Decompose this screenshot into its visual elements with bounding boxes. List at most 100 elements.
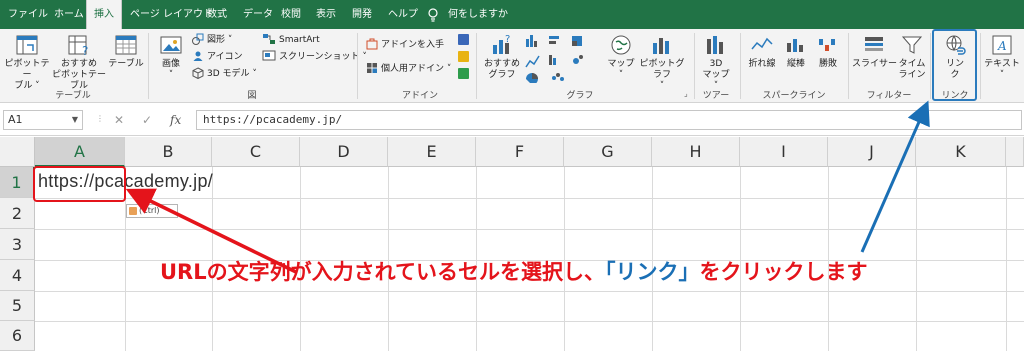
column-header-a[interactable]: A	[35, 137, 125, 167]
row-gridline	[35, 291, 1024, 292]
row-header-3[interactable]: 3	[0, 229, 35, 260]
pivot-chart-label: ピボットグラフ ˅	[639, 59, 685, 91]
column-header-partial	[1006, 137, 1024, 167]
people-graph-icon[interactable]	[458, 68, 469, 79]
tab-data[interactable]: データ	[243, 0, 273, 29]
table-button[interactable]: テーブル	[108, 33, 144, 70]
formula-bar: A1 ▼ ⋮ ✕ ✓ fx https://pcacademy.jp/	[0, 104, 1024, 136]
row-gridline	[35, 198, 1024, 199]
pivot-chart-icon	[653, 38, 669, 54]
column-gridline	[916, 167, 917, 351]
tab-view[interactable]: 表示	[316, 0, 336, 29]
group-separator	[476, 33, 477, 99]
group-label-sparkline: スパークライン	[762, 91, 826, 101]
cancel-icon[interactable]: ✕	[114, 113, 124, 127]
instruction-callout: URLの文字列が入力されているセルを選択し、「リンク」をクリックします	[160, 256, 867, 286]
column-header-k[interactable]: K	[916, 137, 1006, 167]
group-separator	[148, 33, 149, 99]
shapes-label: 図形 ˅	[207, 35, 233, 45]
recommended-chart-button[interactable]: ? おすすめ グラフ	[482, 33, 522, 81]
select-all-corner[interactable]	[0, 137, 35, 167]
screenshot-icon	[262, 50, 276, 61]
formula-input[interactable]: https://pcacademy.jp/	[196, 110, 1022, 130]
row-header-5[interactable]: 5	[0, 291, 35, 321]
tab-home[interactable]: ホーム	[54, 0, 84, 29]
map-chart-button[interactable]: マップ ˅	[606, 33, 636, 81]
row-gridline	[35, 321, 1024, 322]
visio-icon[interactable]	[458, 34, 469, 45]
screenshot-button[interactable]: スクリーンショット ˅	[262, 50, 367, 64]
tab-page-layout[interactable]: ページ レイアウト	[130, 0, 213, 29]
column-header-g[interactable]: G	[564, 137, 652, 167]
svg-text:A: A	[997, 39, 1007, 53]
tab-help[interactable]: ヘルプ	[388, 0, 418, 29]
image-button[interactable]: 画像 ˅	[154, 33, 188, 81]
my-addin-label: 個人用アドイン ˅	[381, 64, 452, 74]
excel-window: ファイル ホーム 挿入 ページ レイアウト 数式 データ 校閲 表示 開発 ヘル…	[0, 0, 1024, 351]
column-header-c[interactable]: C	[212, 137, 300, 167]
sparkline-winloss-button[interactable]: 勝敗	[812, 33, 844, 70]
column-header-d[interactable]: D	[300, 137, 388, 167]
instruction-part-1: URLの文字列が入力されているセルを選択し、	[160, 260, 605, 284]
my-addin-button[interactable]: 個人用アドイン ˅	[366, 62, 451, 76]
tell-me-search[interactable]: 何をしますか	[448, 0, 508, 29]
tab-developer[interactable]: 開発	[352, 0, 372, 29]
column-header-j[interactable]: J	[828, 137, 916, 167]
more-icon: ⋮	[96, 114, 104, 123]
get-addin-button[interactable]: アドインを入手	[366, 38, 444, 52]
selected-cell-highlight	[33, 166, 126, 202]
chart-type-gallery-icon[interactable]	[524, 33, 594, 83]
insert-function-icon[interactable]: fx	[170, 113, 181, 127]
screenshot-label: スクリーンショット ˅	[279, 52, 367, 62]
sparkline-line-button[interactable]: 折れ線	[744, 33, 780, 70]
row-header-6[interactable]: 6	[0, 321, 35, 351]
row-header-4[interactable]: 4	[0, 260, 35, 291]
link-button-highlight	[932, 29, 977, 101]
icons-button[interactable]: アイコン	[192, 50, 243, 64]
paste-options-button[interactable]: (Ctrl) ˅	[126, 204, 178, 218]
row-header-1[interactable]: 1	[0, 167, 35, 198]
group-label-filter: フィルター	[866, 91, 912, 101]
group-label-figure: 図	[247, 91, 257, 101]
column-header-f[interactable]: F	[476, 137, 564, 167]
store-icon	[366, 38, 378, 50]
group-separator	[740, 33, 741, 99]
slicer-button[interactable]: スライサー	[852, 33, 897, 70]
recommended-chart-label: おすすめ グラフ	[483, 59, 520, 80]
column-header-e[interactable]: E	[388, 137, 476, 167]
shapes-icon	[192, 33, 204, 45]
enter-icon[interactable]: ✓	[142, 113, 152, 127]
dialog-launcher-icon[interactable]: ⌟	[684, 89, 688, 98]
smartart-button[interactable]: SmartArt	[262, 33, 320, 47]
text-button[interactable]: A テキスト ˅	[984, 33, 1020, 81]
name-box[interactable]: A1 ▼	[3, 110, 83, 130]
group-separator	[930, 33, 931, 99]
row-gridline	[35, 229, 1024, 230]
row-header-2[interactable]: 2	[0, 198, 35, 229]
text-label: テキスト ˅	[984, 59, 1020, 80]
chevron-down-icon[interactable]: ▼	[72, 111, 78, 129]
tab-insert[interactable]: 挿入	[86, 0, 122, 30]
bing-maps-icon[interactable]	[458, 51, 469, 62]
recommended-pivot-button[interactable]: ? おすすめ ピボットテーブル	[50, 33, 108, 92]
tab-review[interactable]: 校閲	[281, 0, 301, 29]
pivot-table-button[interactable]: ピボットテー ブル ˅	[4, 33, 50, 92]
cube-icon	[192, 67, 204, 80]
winloss-sparkline-icon	[819, 39, 835, 51]
column-header-i[interactable]: I	[740, 137, 828, 167]
tab-file[interactable]: ファイル	[8, 0, 48, 29]
group-separator	[357, 33, 358, 99]
pivot-chart-button[interactable]: ピボットグラフ ˅	[636, 33, 688, 92]
3d-map-button[interactable]: 3D マップ ˅	[700, 33, 732, 92]
shapes-button[interactable]: 図形 ˅	[192, 33, 232, 47]
timeline-button[interactable]: タイム ライン	[896, 33, 928, 81]
column-header-b[interactable]: B	[125, 137, 212, 167]
column-header-h[interactable]: H	[652, 137, 740, 167]
group-label-addin: アドイン	[401, 91, 439, 101]
tab-formulas[interactable]: 数式	[207, 0, 227, 29]
group-label-tour: ツアー	[702, 91, 730, 101]
3d-model-button[interactable]: 3D モデル ˅	[192, 67, 257, 81]
line-sparkline-icon	[751, 37, 773, 50]
sparkline-column-button[interactable]: 縦棒	[780, 33, 812, 70]
column-gridline	[1006, 167, 1007, 351]
